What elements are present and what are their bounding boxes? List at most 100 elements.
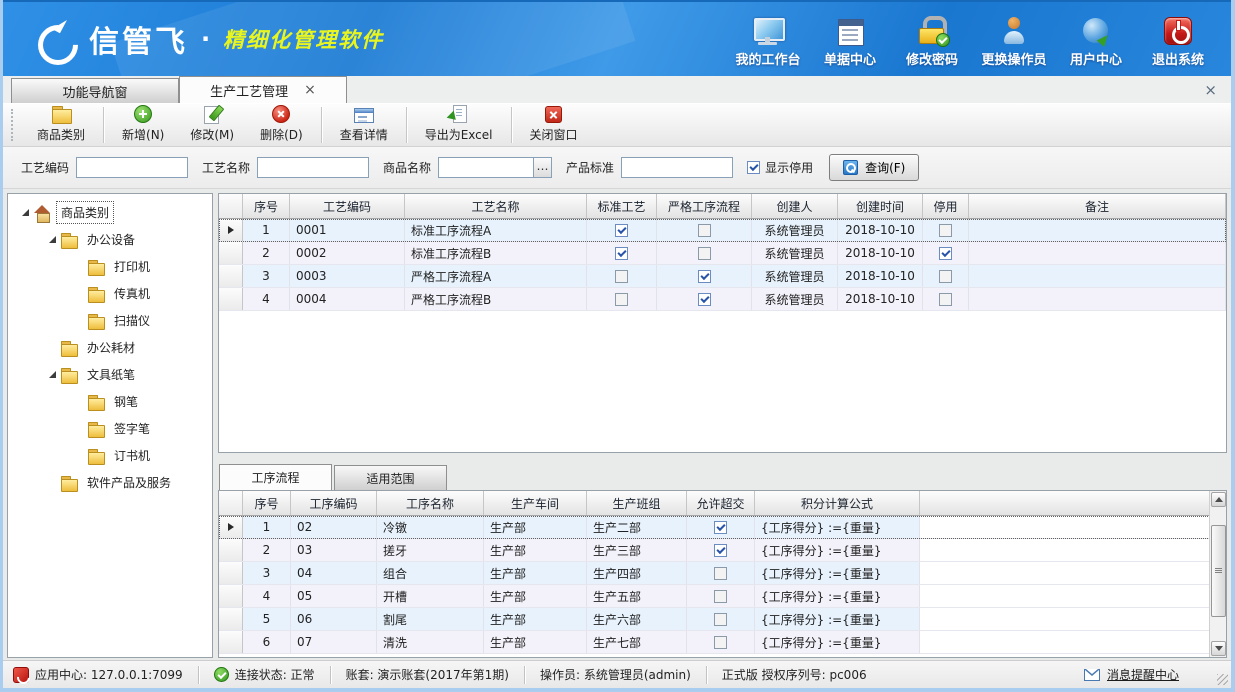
tree-node-item[interactable]: 软件产品及服务 — [8, 469, 212, 496]
process-code-input[interactable] — [76, 157, 188, 178]
table-row[interactable]: 20002标准工序流程B系统管理员2018-10-10 — [219, 242, 1226, 265]
search-button[interactable]: 查询(F) — [829, 154, 919, 181]
cell-checkbox[interactable] — [698, 270, 711, 283]
tree-node-label: 文具纸笔 — [83, 364, 139, 385]
tree-node-root[interactable]: 商品类别 — [8, 199, 212, 226]
tree-expander-icon[interactable] — [22, 209, 29, 216]
cell-checkbox[interactable] — [615, 270, 628, 283]
show-disabled-option[interactable]: 显示停用 — [747, 159, 813, 176]
resize-grip[interactable] — [1217, 674, 1228, 685]
tree-node-item[interactable]: 扫描仪 — [8, 307, 212, 334]
cell-checkbox[interactable] — [939, 247, 952, 260]
column-header[interactable]: 工序名称 — [377, 491, 484, 515]
envelope-icon — [1084, 669, 1100, 681]
nav-monitor[interactable]: 我的工作台 — [729, 8, 807, 70]
scroll-up-icon[interactable] — [1211, 492, 1226, 507]
table-row[interactable]: 102冷镦生产部生产二部{工序得分} :={重量} — [219, 516, 1226, 539]
nav-lock[interactable]: 修改密码 — [893, 8, 971, 70]
process-name-input[interactable] — [257, 157, 369, 178]
nav-person[interactable]: 更换操作员 — [975, 8, 1053, 70]
tab-function-nav[interactable]: 功能导航窗 — [11, 78, 179, 103]
toolbar-folder-button[interactable]: 商品类别 — [24, 105, 98, 145]
nav-power[interactable]: 退出系统 — [1139, 8, 1217, 70]
toolbar-button-label: 新增(N) — [122, 126, 164, 143]
cell-checkbox[interactable] — [939, 270, 952, 283]
column-header[interactable]: 允许超交 — [687, 491, 755, 515]
cell-checkbox[interactable] — [714, 590, 727, 603]
column-header[interactable]: 创建时间 — [838, 194, 923, 218]
brand-name: 信管飞 — [89, 17, 188, 61]
tree-node-item[interactable]: 办公耗材 — [8, 334, 212, 361]
scroll-down-icon[interactable] — [1211, 641, 1226, 656]
tree-expander-icon[interactable] — [49, 371, 56, 378]
column-header[interactable]: 停用 — [923, 194, 969, 218]
cell-checkbox[interactable] — [615, 293, 628, 306]
tree-node-item[interactable]: 办公设备 — [8, 226, 212, 253]
cell-checkbox[interactable] — [714, 613, 727, 626]
tree-node-item[interactable]: 钢笔 — [8, 388, 212, 415]
column-header[interactable]: 工序编码 — [291, 491, 377, 515]
table-row[interactable]: 10001标准工序流程A系统管理员2018-10-10 — [219, 219, 1226, 242]
table-row[interactable]: 405开槽生产部生产五部{工序得分} :={重量} — [219, 585, 1226, 608]
tree-node-item[interactable]: 签字笔 — [8, 415, 212, 442]
column-header[interactable]: 标准工艺 — [587, 194, 657, 218]
tab-production-process[interactable]: 生产工艺管理 × — [179, 76, 347, 103]
table-row[interactable]: 30003严格工序流程A系统管理员2018-10-10 — [219, 265, 1226, 288]
column-header[interactable]: 备注 — [969, 194, 1226, 218]
toolbar-excel-button[interactable]: 导出为Excel — [412, 105, 506, 145]
horizontal-splitter[interactable] — [218, 453, 1227, 464]
tree-expander-icon[interactable] — [49, 236, 56, 243]
column-header[interactable]: 工艺名称 — [405, 194, 587, 218]
cell-checkbox[interactable] — [698, 224, 711, 237]
column-header[interactable] — [920, 491, 1226, 515]
column-header[interactable]: 积分计算公式 — [755, 491, 920, 515]
table-row[interactable]: 607清洗生产部生产七部{工序得分} :={重量} — [219, 631, 1226, 654]
tree-node-item[interactable]: 传真机 — [8, 280, 212, 307]
toolbar-detail-button[interactable]: 查看详情 — [327, 105, 401, 145]
show-disabled-checkbox[interactable] — [747, 161, 760, 174]
tree-node-item[interactable]: 打印机 — [8, 253, 212, 280]
product-standard-input[interactable] — [621, 157, 733, 178]
table-row[interactable]: 506割尾生产部生产六部{工序得分} :={重量} — [219, 608, 1226, 631]
table-row[interactable]: 40004严格工序流程B系统管理员2018-10-10 — [219, 288, 1226, 311]
toolbar-closewin-button[interactable]: 关闭窗口 — [517, 105, 591, 145]
cell-checkbox[interactable] — [714, 521, 727, 534]
tree-node-item[interactable]: 订书机 — [8, 442, 212, 469]
column-header[interactable]: 严格工序流程 — [657, 194, 752, 218]
table-row[interactable]: 203搓牙生产部生产三部{工序得分} :={重量} — [219, 539, 1226, 562]
tab-applicable-scope[interactable]: 适用范围 — [334, 465, 447, 490]
brand-dot: · — [201, 25, 210, 53]
scrollbar-thumb[interactable] — [1211, 525, 1226, 617]
toolbar-edit-button[interactable]: 修改(M) — [177, 105, 247, 145]
vertical-scrollbar[interactable] — [1209, 491, 1226, 657]
column-header[interactable]: 序号 — [243, 194, 290, 218]
column-header[interactable]: 工艺编码 — [290, 194, 405, 218]
message-center-link[interactable]: 消息提醒中心 — [1084, 666, 1223, 683]
cell-checkbox[interactable] — [939, 224, 952, 237]
cell-checkbox[interactable] — [615, 247, 628, 260]
table-row[interactable]: 304组合生产部生产四部{工序得分} :={重量} — [219, 562, 1226, 585]
cell-checkbox[interactable] — [714, 636, 727, 649]
tree-node-item[interactable]: 文具纸笔 — [8, 361, 212, 388]
cell-checkbox[interactable] — [714, 567, 727, 580]
cell-checkbox[interactable] — [939, 293, 952, 306]
toolbar-delete-button[interactable]: 删除(D) — [247, 105, 316, 145]
cell-checkbox[interactable] — [698, 247, 711, 260]
column-header[interactable]: 生产班组 — [587, 491, 687, 515]
cell-checkbox[interactable] — [615, 224, 628, 237]
toolbar-drag-handle[interactable] — [11, 109, 16, 141]
tabstrip-close-icon[interactable]: × — [1204, 81, 1217, 99]
toolbar-add-button[interactable]: 新增(N) — [109, 105, 177, 145]
column-header[interactable]: 序号 — [243, 491, 291, 515]
tab-close-icon[interactable]: × — [304, 82, 316, 98]
tab-process-flow[interactable]: 工序流程 — [219, 464, 332, 490]
cell — [687, 631, 755, 653]
cell-checkbox[interactable] — [714, 544, 727, 557]
product-browse-button[interactable]: … — [534, 157, 552, 178]
nav-docs[interactable]: 单据中心 — [811, 8, 889, 70]
cell-checkbox[interactable] — [698, 293, 711, 306]
column-header[interactable]: 生产车间 — [484, 491, 587, 515]
product-name-input[interactable] — [438, 157, 534, 178]
nav-globe[interactable]: 用户中心 — [1057, 8, 1135, 70]
column-header[interactable]: 创建人 — [752, 194, 838, 218]
